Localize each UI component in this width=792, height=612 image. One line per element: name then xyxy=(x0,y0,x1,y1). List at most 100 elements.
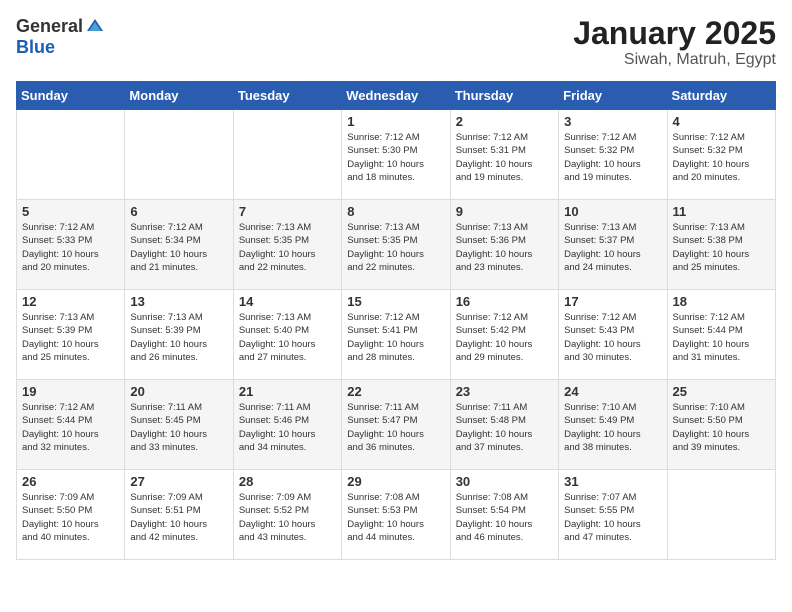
calendar-cell: 15 Sunrise: 7:12 AM Sunset: 5:41 PM Dayli… xyxy=(342,290,450,380)
day-info: Sunrise: 7:12 AM Sunset: 5:44 PM Dayligh… xyxy=(673,311,770,364)
day-number: 2 xyxy=(456,114,553,129)
day-number: 26 xyxy=(22,474,119,489)
day-info: Sunrise: 7:08 AM Sunset: 5:54 PM Dayligh… xyxy=(456,491,553,544)
day-number: 25 xyxy=(673,384,770,399)
day-number: 21 xyxy=(239,384,336,399)
calendar-header-monday: Monday xyxy=(125,82,233,110)
calendar-cell: 13 Sunrise: 7:13 AM Sunset: 5:39 PM Dayli… xyxy=(125,290,233,380)
day-info: Sunrise: 7:10 AM Sunset: 5:49 PM Dayligh… xyxy=(564,401,661,454)
location-title: Siwah, Matruh, Egypt xyxy=(573,51,776,69)
day-number: 5 xyxy=(22,204,119,219)
day-info: Sunrise: 7:12 AM Sunset: 5:42 PM Dayligh… xyxy=(456,311,553,364)
calendar-cell xyxy=(667,470,775,560)
calendar-header-saturday: Saturday xyxy=(667,82,775,110)
logo-general-text: General xyxy=(16,16,83,37)
calendar-header-sunday: Sunday xyxy=(17,82,125,110)
calendar-cell: 27 Sunrise: 7:09 AM Sunset: 5:51 PM Dayli… xyxy=(125,470,233,560)
calendar-cell: 23 Sunrise: 7:11 AM Sunset: 5:48 PM Dayli… xyxy=(450,380,558,470)
day-number: 27 xyxy=(130,474,227,489)
day-info: Sunrise: 7:13 AM Sunset: 5:39 PM Dayligh… xyxy=(130,311,227,364)
day-number: 19 xyxy=(22,384,119,399)
day-number: 3 xyxy=(564,114,661,129)
day-number: 14 xyxy=(239,294,336,309)
day-info: Sunrise: 7:09 AM Sunset: 5:50 PM Dayligh… xyxy=(22,491,119,544)
calendar-cell xyxy=(125,110,233,200)
day-info: Sunrise: 7:13 AM Sunset: 5:35 PM Dayligh… xyxy=(239,221,336,274)
day-number: 6 xyxy=(130,204,227,219)
day-info: Sunrise: 7:09 AM Sunset: 5:52 PM Dayligh… xyxy=(239,491,336,544)
calendar-header-row: SundayMondayTuesdayWednesdayThursdayFrid… xyxy=(17,82,776,110)
calendar-header-friday: Friday xyxy=(559,82,667,110)
calendar-cell: 9 Sunrise: 7:13 AM Sunset: 5:36 PM Daylig… xyxy=(450,200,558,290)
logo: General Blue xyxy=(16,16,105,58)
calendar-cell: 20 Sunrise: 7:11 AM Sunset: 5:45 PM Dayli… xyxy=(125,380,233,470)
calendar-week-row: 5 Sunrise: 7:12 AM Sunset: 5:33 PM Daylig… xyxy=(17,200,776,290)
calendar-cell xyxy=(17,110,125,200)
day-number: 1 xyxy=(347,114,444,129)
calendar-week-row: 19 Sunrise: 7:12 AM Sunset: 5:44 PM Dayli… xyxy=(17,380,776,470)
day-number: 15 xyxy=(347,294,444,309)
day-number: 10 xyxy=(564,204,661,219)
calendar-cell: 25 Sunrise: 7:10 AM Sunset: 5:50 PM Dayli… xyxy=(667,380,775,470)
calendar-cell: 19 Sunrise: 7:12 AM Sunset: 5:44 PM Dayli… xyxy=(17,380,125,470)
calendar-week-row: 26 Sunrise: 7:09 AM Sunset: 5:50 PM Dayli… xyxy=(17,470,776,560)
day-number: 9 xyxy=(456,204,553,219)
day-number: 29 xyxy=(347,474,444,489)
day-info: Sunrise: 7:13 AM Sunset: 5:35 PM Dayligh… xyxy=(347,221,444,274)
day-info: Sunrise: 7:10 AM Sunset: 5:50 PM Dayligh… xyxy=(673,401,770,454)
calendar-cell: 17Sunrise: 7:12 AM Sunset: 5:43 PM Dayli… xyxy=(559,290,667,380)
calendar-cell: 2 Sunrise: 7:12 AM Sunset: 5:31 PM Daylig… xyxy=(450,110,558,200)
calendar-cell: 26 Sunrise: 7:09 AM Sunset: 5:50 PM Dayli… xyxy=(17,470,125,560)
day-number: 17 xyxy=(564,294,661,309)
calendar-header-wednesday: Wednesday xyxy=(342,82,450,110)
calendar-cell: 22Sunrise: 7:11 AM Sunset: 5:47 PM Dayli… xyxy=(342,380,450,470)
day-number: 7 xyxy=(239,204,336,219)
day-info: Sunrise: 7:07 AM Sunset: 5:55 PM Dayligh… xyxy=(564,491,661,544)
calendar-cell: 21 Sunrise: 7:11 AM Sunset: 5:46 PM Dayli… xyxy=(233,380,341,470)
day-info: Sunrise: 7:09 AM Sunset: 5:51 PM Dayligh… xyxy=(130,491,227,544)
day-number: 11 xyxy=(673,204,770,219)
day-info: Sunrise: 7:12 AM Sunset: 5:44 PM Dayligh… xyxy=(22,401,119,454)
day-info: Sunrise: 7:11 AM Sunset: 5:48 PM Dayligh… xyxy=(456,401,553,454)
calendar-week-row: 12 Sunrise: 7:13 AM Sunset: 5:39 PM Dayli… xyxy=(17,290,776,380)
page-header: General Blue January 2025 Siwah, Matruh,… xyxy=(16,16,776,69)
calendar-cell xyxy=(233,110,341,200)
calendar-cell: 6 Sunrise: 7:12 AM Sunset: 5:34 PM Daylig… xyxy=(125,200,233,290)
day-info: Sunrise: 7:13 AM Sunset: 5:39 PM Dayligh… xyxy=(22,311,119,364)
day-number: 22 xyxy=(347,384,444,399)
calendar-cell: 11Sunrise: 7:13 AM Sunset: 5:38 PM Dayli… xyxy=(667,200,775,290)
day-info: Sunrise: 7:11 AM Sunset: 5:45 PM Dayligh… xyxy=(130,401,227,454)
logo-blue-text: Blue xyxy=(16,37,55,58)
calendar-table: SundayMondayTuesdayWednesdayThursdayFrid… xyxy=(16,81,776,560)
calendar-cell: 31 Sunrise: 7:07 AM Sunset: 5:55 PM Dayli… xyxy=(559,470,667,560)
calendar-cell: 1Sunrise: 7:12 AM Sunset: 5:30 PM Daylig… xyxy=(342,110,450,200)
month-title: January 2025 xyxy=(573,16,776,51)
day-number: 24 xyxy=(564,384,661,399)
calendar-cell: 28Sunrise: 7:09 AM Sunset: 5:52 PM Dayli… xyxy=(233,470,341,560)
calendar-cell: 12 Sunrise: 7:13 AM Sunset: 5:39 PM Dayli… xyxy=(17,290,125,380)
day-number: 20 xyxy=(130,384,227,399)
calendar-cell: 29 Sunrise: 7:08 AM Sunset: 5:53 PM Dayli… xyxy=(342,470,450,560)
day-info: Sunrise: 7:13 AM Sunset: 5:40 PM Dayligh… xyxy=(239,311,336,364)
day-info: Sunrise: 7:12 AM Sunset: 5:31 PM Dayligh… xyxy=(456,131,553,184)
day-number: 23 xyxy=(456,384,553,399)
day-info: Sunrise: 7:13 AM Sunset: 5:36 PM Dayligh… xyxy=(456,221,553,274)
day-number: 16 xyxy=(456,294,553,309)
day-number: 8 xyxy=(347,204,444,219)
calendar-week-row: 1Sunrise: 7:12 AM Sunset: 5:30 PM Daylig… xyxy=(17,110,776,200)
day-number: 13 xyxy=(130,294,227,309)
day-number: 30 xyxy=(456,474,553,489)
day-info: Sunrise: 7:12 AM Sunset: 5:33 PM Dayligh… xyxy=(22,221,119,274)
calendar-header-tuesday: Tuesday xyxy=(233,82,341,110)
title-section: January 2025 Siwah, Matruh, Egypt xyxy=(573,16,776,69)
day-info: Sunrise: 7:12 AM Sunset: 5:34 PM Dayligh… xyxy=(130,221,227,274)
day-info: Sunrise: 7:08 AM Sunset: 5:53 PM Dayligh… xyxy=(347,491,444,544)
day-info: Sunrise: 7:11 AM Sunset: 5:46 PM Dayligh… xyxy=(239,401,336,454)
day-info: Sunrise: 7:12 AM Sunset: 5:41 PM Dayligh… xyxy=(347,311,444,364)
calendar-cell: 7 Sunrise: 7:13 AM Sunset: 5:35 PM Daylig… xyxy=(233,200,341,290)
day-number: 12 xyxy=(22,294,119,309)
logo-icon xyxy=(85,17,105,37)
day-number: 18 xyxy=(673,294,770,309)
calendar-cell: 10Sunrise: 7:13 AM Sunset: 5:37 PM Dayli… xyxy=(559,200,667,290)
day-number: 31 xyxy=(564,474,661,489)
